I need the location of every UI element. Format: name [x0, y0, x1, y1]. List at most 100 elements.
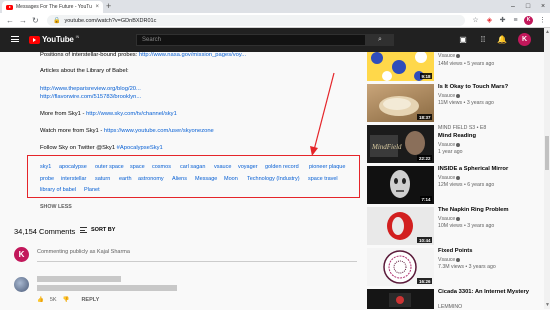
reload-icon[interactable]: ↻ — [32, 13, 39, 28]
tag-link[interactable]: golden record — [265, 164, 299, 170]
kebab-menu-icon[interactable]: ⋮ — [538, 16, 547, 25]
tag-link[interactable]: carl sagan — [180, 164, 205, 170]
video-thumbnail[interactable]: 7:14 — [367, 166, 434, 204]
youtube-logo[interactable]: YouTube IN — [29, 35, 79, 44]
video-meta: 11M views • 3 years ago — [438, 100, 494, 106]
profile-avatar[interactable]: K — [524, 16, 533, 25]
desc-link[interactable]: http://flavorwire.com/515783/brooklyn... — [40, 94, 141, 100]
channel-name[interactable]: Vsauce — [438, 142, 461, 148]
tag-link[interactable]: Aliens — [172, 176, 187, 182]
address-bar-row: ← → ↻ 🔒 youtube.com/watch?v=GDnBXDR01c ☆… — [0, 13, 550, 28]
video-thumbnail[interactable] — [367, 289, 434, 309]
account-avatar[interactable]: K — [518, 33, 531, 46]
scroll-down-icon[interactable]: ▼ — [545, 302, 550, 308]
new-tab-button[interactable]: + — [106, 1, 111, 12]
create-video-icon[interactable]: ▣ — [458, 35, 468, 45]
tag-link[interactable]: earth — [119, 176, 132, 182]
play-logo-icon — [29, 35, 40, 44]
tag-link[interactable]: interstellar — [61, 176, 86, 182]
scroll-up-icon[interactable]: ▲ — [545, 29, 550, 35]
tab-title: Messages For The Future - YouTube — [16, 4, 93, 10]
hashtag-link[interactable]: #ApocalypseSky1 — [117, 145, 163, 151]
reply-button[interactable]: REPLY — [81, 297, 99, 303]
video-title[interactable]: Cicada 3301: An Internet Mystery — [438, 289, 542, 296]
scrollbar-thumb[interactable] — [545, 136, 549, 170]
notifications-bell-icon[interactable]: 🔔 — [497, 35, 507, 45]
video-thumbnail[interactable]: 10:44 — [367, 207, 434, 245]
desc-link[interactable]: http://www.sky.com/tv/channel/sky1 — [86, 111, 177, 117]
desc-line: http://www.theparisreview.org/blog/20... — [40, 86, 141, 92]
video-title[interactable]: Fixed Points — [438, 248, 542, 255]
comment-input[interactable]: Commenting publicly as Kajal Sharma — [37, 249, 130, 255]
related-video[interactable]: 7:14 INSIDE a Spherical Mirror Vsauce 12… — [367, 166, 542, 206]
minimize-button[interactable]: – — [506, 0, 520, 13]
related-video[interactable]: 18:37 Is It Okay to Touch Mars? Vsauce 1… — [367, 84, 542, 124]
verified-icon — [456, 216, 461, 221]
tag-link[interactable]: pioneer plaque — [309, 164, 345, 170]
extension-icon[interactable]: ◈ — [485, 16, 494, 25]
browser-tab[interactable]: Messages For The Future - YouTube × — [2, 1, 103, 13]
channel-name[interactable]: Vsauce — [438, 257, 461, 263]
related-video[interactable]: 16:26 Fixed Points Vsauce 7.3M views • 3… — [367, 248, 542, 288]
related-video[interactable]: Cicada 3301: An Internet Mystery LEMMINO — [367, 289, 542, 310]
dislike-icon[interactable]: 👎 — [63, 297, 70, 303]
video-thumbnail[interactable]: MindField 22:22 — [367, 125, 434, 163]
back-icon[interactable]: ← — [6, 13, 14, 28]
video-title[interactable]: INSIDE a Spherical Mirror — [438, 166, 542, 173]
tag-link[interactable]: apocalypse — [59, 164, 87, 170]
related-video[interactable]: 9:18 Vsauce 14M views • 5 years ago — [367, 52, 542, 82]
video-thumbnail[interactable]: 18:37 — [367, 84, 434, 122]
media-icon[interactable]: ≡ — [511, 16, 520, 25]
desc-link[interactable]: http://www.nasa.gov/mission_pages/voy... — [139, 52, 246, 58]
related-video[interactable]: MindField 22:22 MIND FIELD S3 • E8 Mind … — [367, 125, 542, 165]
tag-link[interactable]: space — [130, 164, 145, 170]
tag-link[interactable]: outer space — [95, 164, 124, 170]
forward-icon[interactable]: → — [19, 13, 27, 28]
tag-link[interactable]: library of babel — [40, 187, 76, 193]
tag-link[interactable]: saturn — [95, 176, 110, 182]
related-video[interactable]: 10:44 The Napkin Ring Problem Vsauce 10M… — [367, 207, 542, 247]
tag-link[interactable]: voyager — [238, 164, 258, 170]
channel-name[interactable]: Vsauce — [438, 175, 461, 181]
desc-link[interactable]: http://www.theparisreview.org/blog/20... — [40, 86, 141, 92]
video-thumbnail[interactable]: 9:18 — [367, 52, 434, 81]
video-title[interactable]: The Napkin Ring Problem — [438, 207, 542, 214]
tag-link[interactable]: cosmos — [152, 164, 171, 170]
close-window-button[interactable]: × — [536, 0, 550, 13]
tag-link[interactable]: Moon — [224, 176, 238, 182]
verified-icon — [456, 257, 461, 262]
tag-link[interactable]: space travel — [308, 176, 338, 182]
desc-line: Articles about the Library of Babel: — [40, 68, 129, 74]
search-input[interactable]: Search — [136, 34, 366, 46]
video-thumbnail[interactable]: 16:26 — [367, 248, 434, 286]
puzzle-icon[interactable]: ✚ — [498, 16, 507, 25]
channel-name[interactable]: Vsauce — [438, 216, 461, 222]
video-title[interactable]: Mind Reading — [438, 133, 542, 140]
sort-by-button[interactable]: SORT BY — [80, 227, 115, 233]
tag-link[interactable]: probe — [40, 176, 54, 182]
channel-name[interactable]: Vsauce — [438, 93, 461, 99]
like-icon[interactable]: 👍 — [37, 297, 44, 303]
tag-link[interactable]: Message — [195, 176, 217, 182]
star-icon[interactable]: ☆ — [471, 16, 480, 25]
youtube-favicon-icon — [6, 4, 13, 10]
annotation-arrow — [310, 72, 335, 156]
channel-name[interactable]: LEMMINO — [438, 304, 462, 310]
desc-link[interactable]: https://www.youtube.com/user/skyonezone — [104, 128, 214, 134]
tag-link[interactable]: Technology (Industry) — [247, 176, 300, 182]
apps-grid-icon[interactable]: ⁞⁞ — [478, 35, 488, 45]
omnibox[interactable]: 🔒 youtube.com/watch?v=GDnBXDR01c — [47, 15, 465, 26]
tag-link[interactable]: Planet — [84, 187, 100, 193]
lock-icon: 🔒 — [53, 18, 61, 24]
tab-close-icon[interactable]: × — [95, 4, 99, 10]
tag-link[interactable]: vsauce — [214, 164, 231, 170]
channel-name[interactable]: Vsauce — [438, 53, 461, 59]
video-title[interactable]: Is It Okay to Touch Mars? — [438, 84, 542, 91]
search-button[interactable]: ⌕ — [366, 34, 394, 46]
maximize-button[interactable]: □ — [521, 0, 535, 13]
tag-link[interactable]: sky1 — [40, 164, 51, 170]
hamburger-menu-icon[interactable] — [11, 36, 19, 42]
show-less-button[interactable]: SHOW LESS — [40, 204, 72, 210]
tag-link[interactable]: astronomy — [138, 176, 164, 182]
svg-text:MindField: MindField — [371, 143, 402, 151]
